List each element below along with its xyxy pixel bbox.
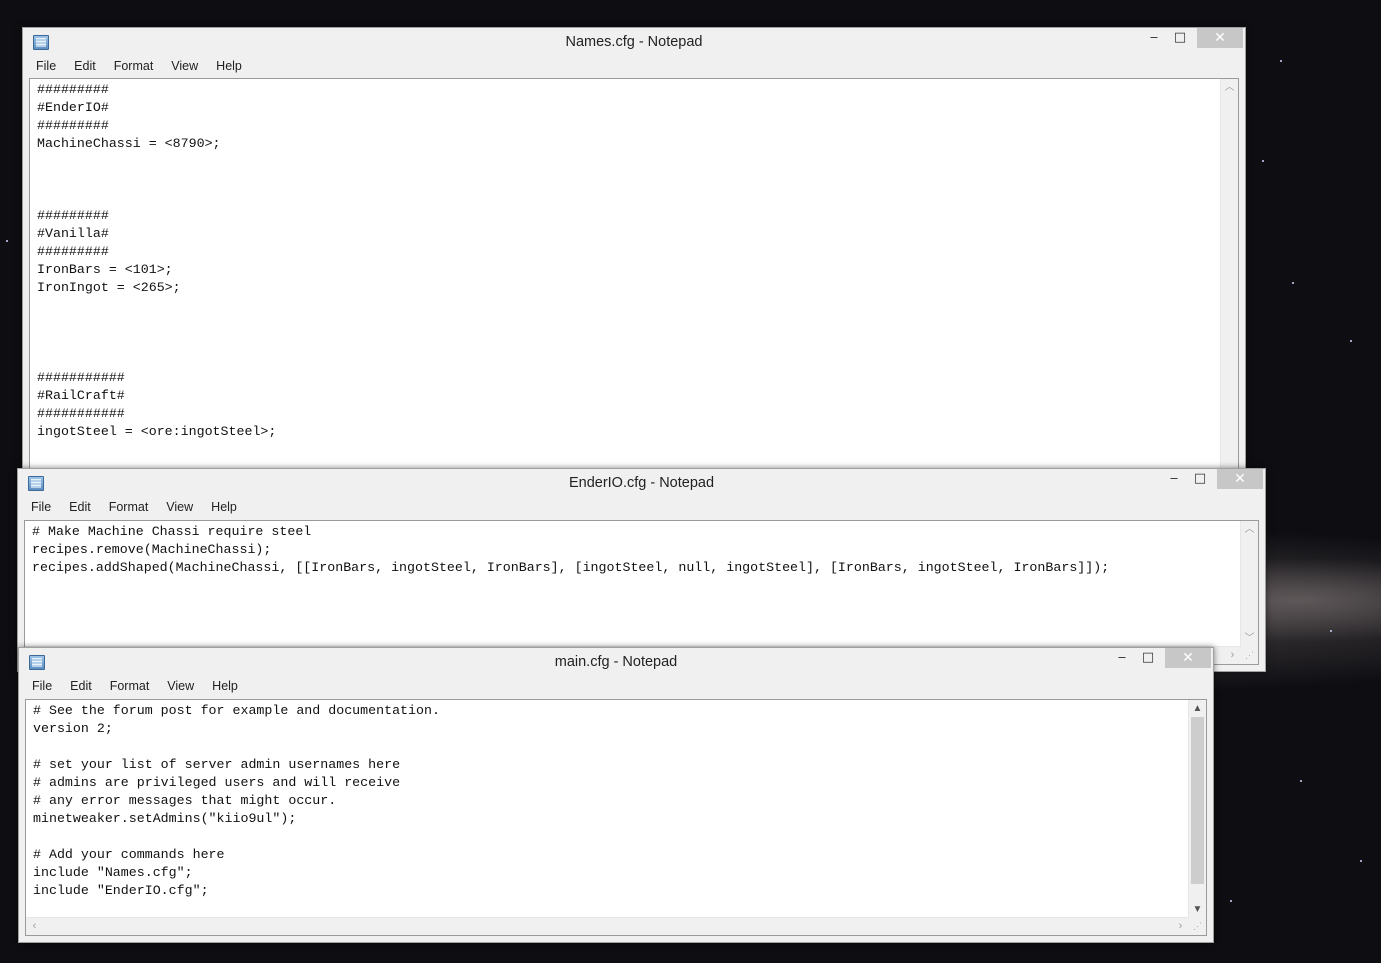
menu-edit[interactable]: Edit (64, 498, 91, 514)
menu-edit[interactable]: Edit (69, 57, 96, 73)
horizontal-scrollbar[interactable]: ‹ › (26, 917, 1189, 935)
menu-help[interactable]: Help (207, 677, 238, 693)
star (1280, 60, 1282, 62)
title-bar[interactable]: Names.cfg - Notepad ‒ □ ✕ (23, 28, 1245, 56)
vertical-scrollbar[interactable]: ︿ ﹀ (1240, 521, 1258, 647)
menu-bar: File Edit Format View Help (31, 57, 1245, 77)
vertical-scrollbar[interactable]: ▲ ▼ (1188, 700, 1206, 918)
star (1230, 900, 1232, 902)
scroll-down-icon[interactable]: ﹀ (1241, 630, 1258, 647)
maximize-button[interactable]: □ (1167, 28, 1193, 48)
close-button[interactable]: ✕ (1165, 648, 1211, 668)
menu-help[interactable]: Help (211, 57, 242, 73)
minimize-button[interactable]: ‒ (1141, 28, 1167, 48)
menu-view[interactable]: View (166, 57, 198, 73)
text-editor[interactable]: ######### #EnderIO# ######### MachineCha… (29, 78, 1239, 530)
editor-content[interactable]: # Make Machine Chassi require steel reci… (32, 523, 1238, 577)
scroll-up-icon[interactable]: ︿ (1221, 79, 1238, 96)
editor-content[interactable]: ######### #EnderIO# ######### MachineCha… (37, 81, 1218, 441)
editor-content[interactable]: # See the forum post for example and doc… (33, 702, 1186, 900)
menu-bar: File Edit Format View Help (27, 677, 1213, 697)
menu-file[interactable]: File (26, 498, 51, 514)
scrollbar-thumb[interactable] (1191, 717, 1204, 884)
vertical-scrollbar[interactable]: ︿ (1220, 79, 1238, 529)
star (1330, 630, 1332, 632)
window-title: EnderIO.cfg - Notepad (568, 475, 715, 491)
window-title: main.cfg - Notepad (554, 654, 678, 670)
scroll-down-icon[interactable]: ▼ (1189, 901, 1206, 918)
menu-view[interactable]: View (162, 677, 194, 693)
menu-view[interactable]: View (161, 498, 193, 514)
scroll-up-icon[interactable]: ︿ (1241, 521, 1258, 538)
minimize-button[interactable]: ‒ (1161, 469, 1187, 489)
maximize-button[interactable]: □ (1187, 469, 1213, 489)
scroll-right-icon[interactable]: › (1224, 647, 1241, 664)
menu-format[interactable]: Format (104, 498, 149, 514)
star (1262, 160, 1264, 162)
menu-format[interactable]: Format (109, 57, 154, 73)
title-bar[interactable]: main.cfg - Notepad ‒ □ ✕ (19, 648, 1213, 676)
title-bar[interactable]: EnderIO.cfg - Notepad ‒ □ ✕ (18, 469, 1265, 497)
scroll-up-icon[interactable]: ▲ (1189, 700, 1206, 717)
window-title: Names.cfg - Notepad (565, 34, 703, 50)
notepad-window-names[interactable]: Names.cfg - Notepad ‒ □ ✕ File Edit Format… (22, 27, 1246, 530)
scroll-right-icon[interactable]: › (1172, 918, 1189, 935)
star (6, 240, 8, 242)
star (1292, 282, 1294, 284)
menu-bar: File Edit Format View Help (26, 498, 1265, 518)
menu-file[interactable]: File (31, 57, 56, 73)
scroll-left-icon[interactable]: ‹ (26, 918, 43, 935)
minimize-button[interactable]: ‒ (1109, 648, 1135, 668)
text-editor[interactable]: # See the forum post for example and doc… (25, 699, 1207, 936)
notepad-window-main[interactable]: main.cfg - Notepad ‒ □ ✕ File Edit Format V… (18, 647, 1214, 943)
close-button[interactable]: ✕ (1197, 28, 1243, 48)
maximize-button[interactable]: □ (1135, 648, 1161, 668)
close-button[interactable]: ✕ (1217, 469, 1263, 489)
notepad-window-enderio[interactable]: EnderIO.cfg - Notepad ‒ □ ✕ File Edit Form… (17, 468, 1266, 672)
menu-edit[interactable]: Edit (65, 677, 92, 693)
menu-help[interactable]: Help (206, 498, 237, 514)
resize-grip-icon[interactable]: ⋰ (1189, 918, 1206, 935)
star (1300, 780, 1302, 782)
menu-file[interactable]: File (27, 677, 52, 693)
resize-grip-icon[interactable]: ⋰ (1241, 647, 1258, 664)
menu-format[interactable]: Format (105, 677, 150, 693)
star (1350, 340, 1352, 342)
star (1360, 860, 1362, 862)
text-editor[interactable]: # Make Machine Chassi require steel reci… (24, 520, 1259, 665)
